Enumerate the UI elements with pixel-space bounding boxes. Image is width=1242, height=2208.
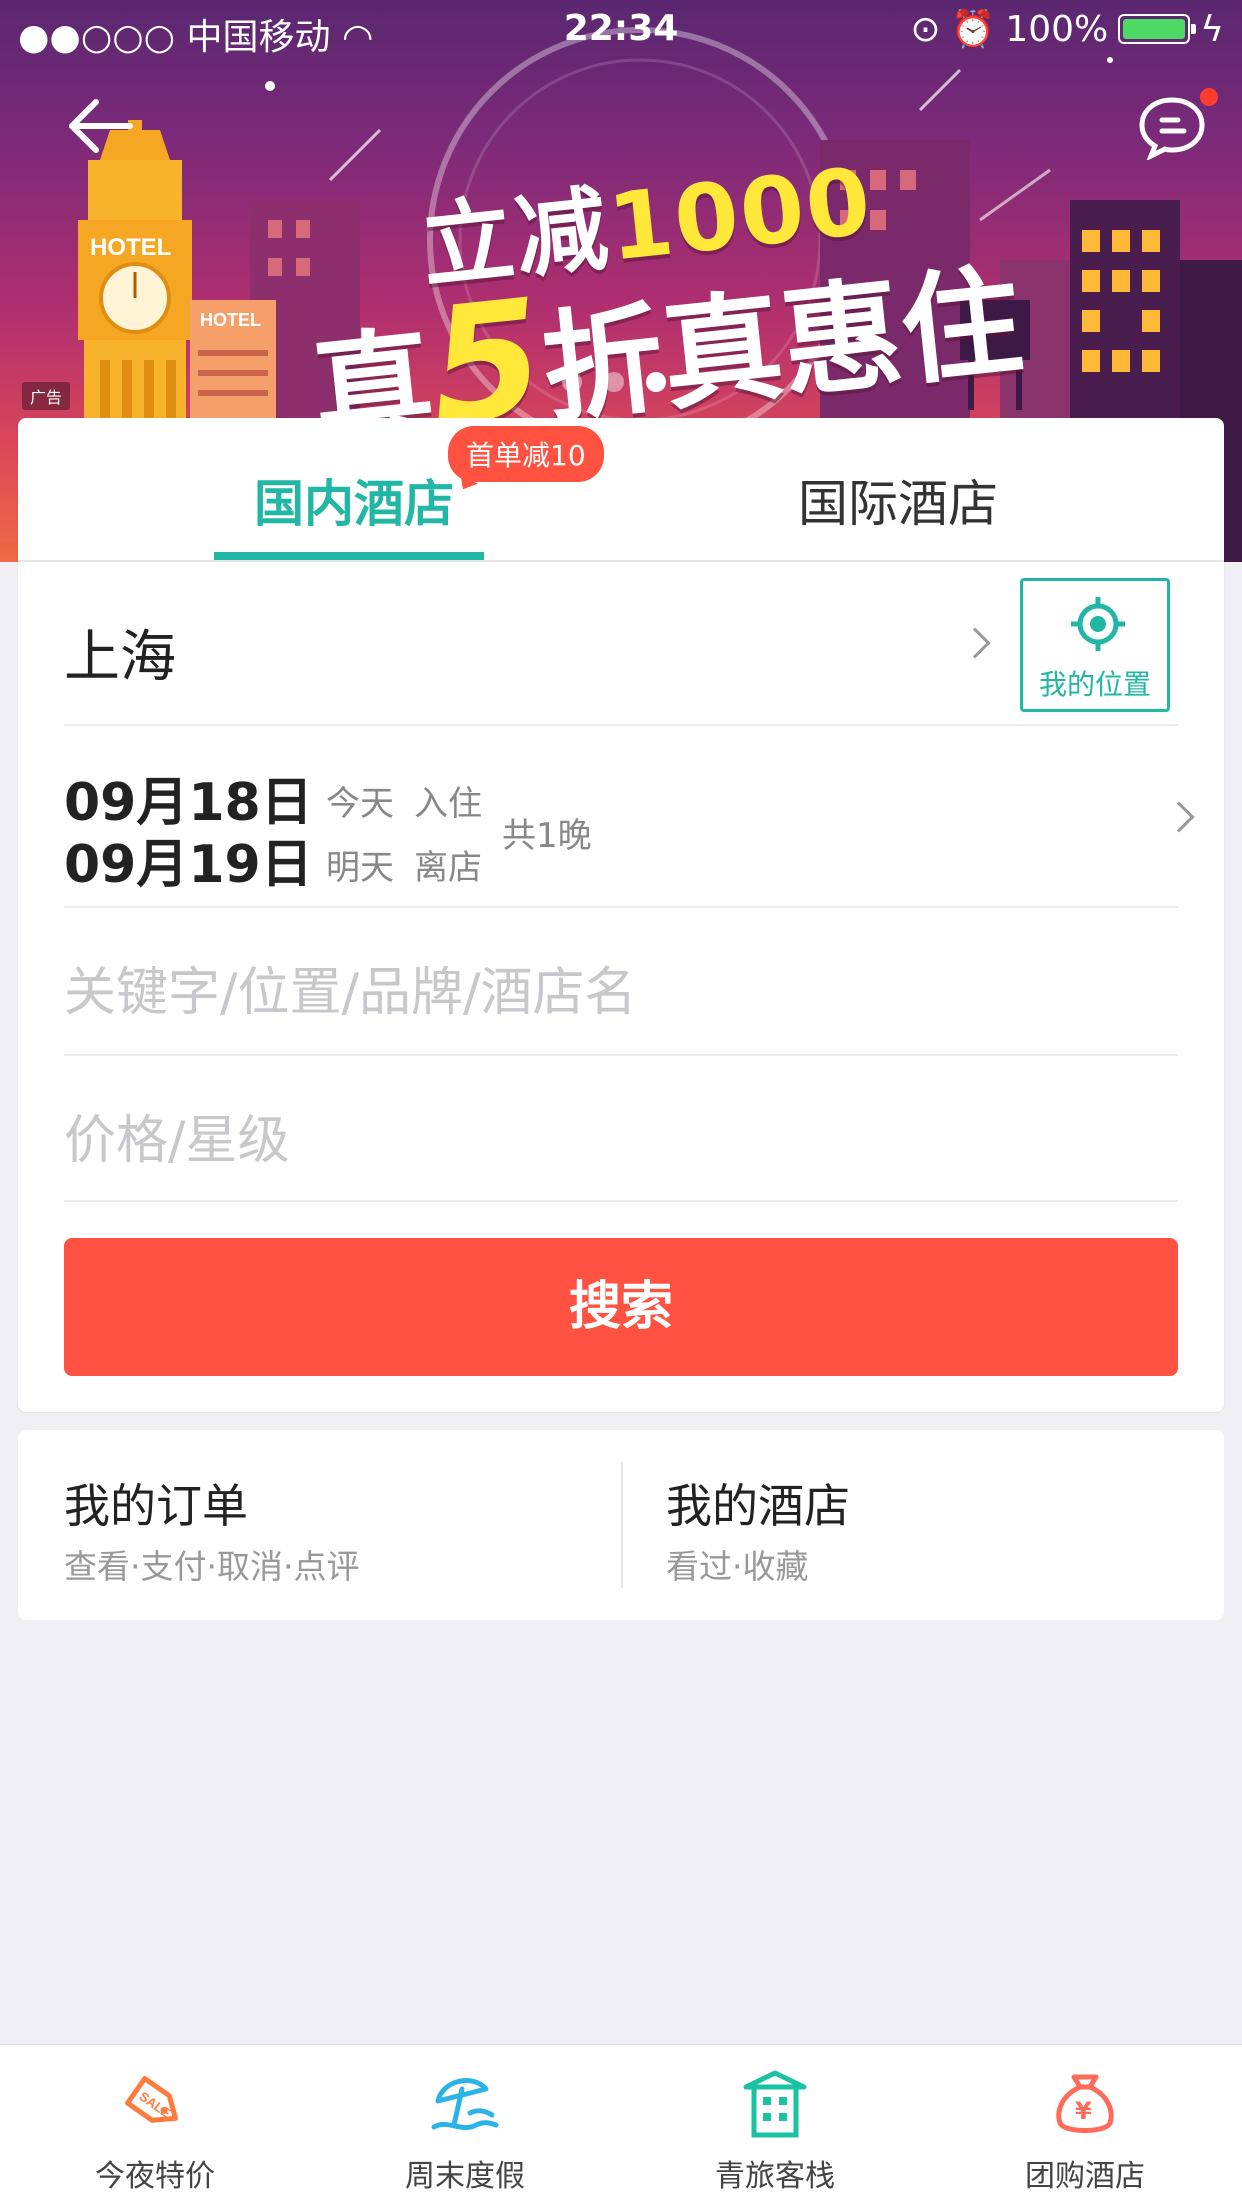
search-button[interactable]: 搜索 bbox=[64, 1238, 1178, 1376]
hotel-sign-1: HOTEL bbox=[90, 234, 172, 261]
my-location-label: 我的位置 bbox=[1038, 668, 1151, 701]
charging-icon: ϟ bbox=[1200, 8, 1224, 50]
inn-building-icon bbox=[743, 2070, 807, 2138]
nav-label: 周末度假 bbox=[405, 2159, 525, 2194]
status-right: ⊙ ⏰ 100% ϟ bbox=[910, 8, 1224, 51]
nav-weekend-vacation[interactable]: 周末度假 bbox=[310, 2045, 620, 2208]
tab-domestic-hotels[interactable]: 国内酒店 bbox=[254, 464, 454, 536]
message-bubble-icon[interactable] bbox=[1138, 96, 1206, 160]
city-selector[interactable]: 上海 bbox=[64, 562, 1178, 726]
hotel-type-tabs: 国内酒店 国际酒店 首单减10 bbox=[18, 418, 1224, 562]
city-name: 上海 bbox=[64, 625, 176, 690]
alarm-icon: ⏰ bbox=[950, 9, 996, 50]
my-shortcuts-card: 我的订单 查看·支付·取消·点评 我的酒店 看过·收藏 bbox=[18, 1430, 1224, 1620]
nav-hostels-inns[interactable]: 青旅客栈 bbox=[620, 2045, 930, 2208]
checkout-label: 离店 bbox=[414, 848, 482, 888]
carousel-dot[interactable] bbox=[604, 372, 624, 392]
nav-group-buy-hotels[interactable]: ¥ 团购酒店 bbox=[930, 2045, 1240, 2208]
nav-label: 团购酒店 bbox=[1025, 2159, 1145, 2194]
nights-count: 共1晚 bbox=[502, 816, 592, 856]
money-bag-icon: ¥ bbox=[1056, 2074, 1114, 2133]
nav-label: 今夜特价 bbox=[95, 2159, 215, 2194]
chevron-right-icon bbox=[959, 627, 991, 659]
my-orders-title[interactable]: 我的订单 bbox=[64, 1470, 248, 1536]
my-location-button[interactable]: 我的位置 bbox=[1020, 578, 1170, 712]
carousel-dot-active[interactable] bbox=[646, 372, 666, 392]
bottom-nav: SALE 今夜特价 周末度假 青旅客栈 ¥ 团购酒店 bbox=[0, 2044, 1242, 2208]
chevron-right-icon bbox=[1163, 801, 1195, 833]
orientation-lock-icon: ⊙ bbox=[910, 8, 941, 50]
checkout-day: 明天 bbox=[326, 848, 394, 888]
carousel-dots[interactable] bbox=[562, 372, 666, 392]
first-order-badge: 首单减10 bbox=[448, 426, 604, 482]
price-star-filter[interactable]: 价格/星级 bbox=[64, 1056, 1178, 1202]
checkin-day: 今天 bbox=[326, 784, 394, 824]
battery-icon bbox=[1118, 14, 1197, 44]
checkin-label: 入住 bbox=[414, 784, 482, 824]
location-target-icon bbox=[1071, 597, 1125, 651]
price-placeholder: 价格/星级 bbox=[64, 1111, 290, 1171]
ad-label: 广告 bbox=[22, 382, 71, 410]
sale-tag-icon: SALE bbox=[125, 2076, 178, 2123]
keyword-input[interactable]: 关键字/位置/品牌/酒店名 bbox=[64, 908, 1178, 1056]
svg-text:¥: ¥ bbox=[1075, 2097, 1092, 2125]
my-hotels-title[interactable]: 我的酒店 bbox=[666, 1470, 850, 1536]
divider bbox=[621, 1462, 623, 1588]
hotel-sign-2: HOTEL bbox=[200, 310, 261, 330]
beach-umbrella-icon bbox=[431, 2078, 499, 2131]
keyword-placeholder: 关键字/位置/品牌/酒店名 bbox=[64, 963, 637, 1023]
hotel-search-card: 国内酒店 国际酒店 首单减10 上海 我的位置 09月18日 今天 入住 09月… bbox=[18, 418, 1224, 1412]
battery-percent: 100% bbox=[1005, 8, 1109, 50]
checkout-date: 09月19日 bbox=[64, 835, 313, 895]
tab-international-hotels[interactable]: 国际酒店 bbox=[798, 464, 998, 536]
active-tab-indicator bbox=[214, 552, 484, 560]
my-orders-sub[interactable]: 查看·支付·取消·点评 bbox=[64, 1540, 359, 1588]
status-bar: ●●○○○ 中国移动 ◠ 22:34 ⊙ ⏰ 100% ϟ bbox=[0, 0, 1242, 62]
notification-dot bbox=[1200, 88, 1218, 106]
nav-label: 青旅客栈 bbox=[715, 2159, 835, 2194]
date-selector[interactable]: 09月18日 今天 入住 09月19日 明天 离店 共1晚 bbox=[64, 726, 1195, 908]
nav-tonight-deals[interactable]: SALE 今夜特价 bbox=[0, 2045, 310, 2208]
my-hotels-sub[interactable]: 看过·收藏 bbox=[666, 1540, 809, 1588]
carousel-dot[interactable] bbox=[562, 372, 582, 392]
back-arrow-icon[interactable] bbox=[66, 96, 136, 156]
